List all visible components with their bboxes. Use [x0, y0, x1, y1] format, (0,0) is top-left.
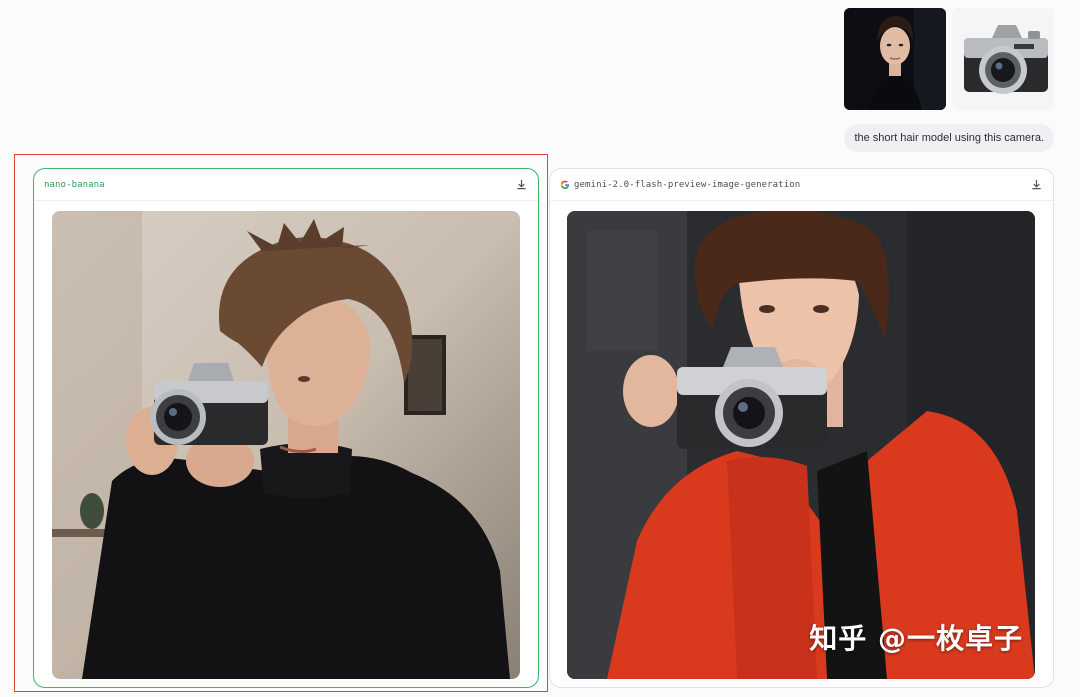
download-icon[interactable] [514, 178, 528, 192]
generated-image[interactable] [52, 211, 520, 679]
model-name: gemini-2.0-flash-preview-image-generatio… [560, 180, 800, 190]
model-card-gemini-flash: gemini-2.0-flash-preview-image-generatio… [549, 168, 1054, 688]
card-header: gemini-2.0-flash-preview-image-generatio… [550, 169, 1053, 201]
model-card-nano-banana: nano-banana [33, 168, 539, 688]
watermark: 知乎 @一枚卓子 [809, 622, 1023, 655]
model-name-text: gemini-2.0-flash-preview-image-generatio… [574, 179, 801, 190]
uploaded-images [844, 8, 1054, 110]
download-icon[interactable] [1029, 178, 1043, 192]
generated-image[interactable] [567, 211, 1035, 679]
uploaded-portrait-image[interactable] [844, 8, 946, 110]
google-icon [560, 180, 569, 189]
model-name: nano-banana [44, 179, 105, 190]
uploaded-camera-image[interactable] [952, 8, 1054, 110]
card-header: nano-banana [34, 169, 538, 201]
user-prompt-bubble: the short hair model using this camera. [844, 124, 1054, 152]
